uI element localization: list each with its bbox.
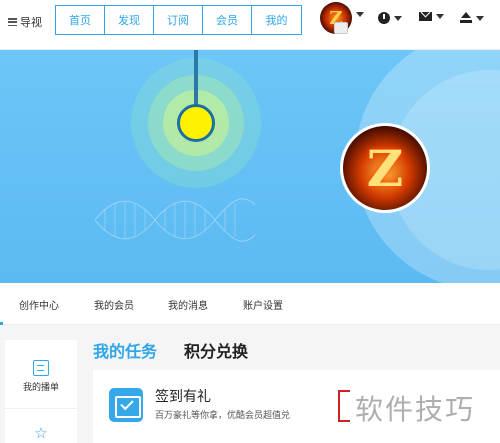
tab-points-exchange[interactable]: 积分兑换 — [184, 338, 248, 362]
upload-icon — [460, 12, 472, 24]
active-indicator — [0, 322, 3, 325]
task-description: 百万豪礼等你拿，优酷会员超值兑 — [155, 411, 291, 421]
chevron-down-icon — [476, 15, 484, 21]
upload-menu[interactable] — [460, 12, 484, 24]
subnav-account-settings[interactable]: 账户设置 — [243, 297, 283, 312]
menu-icon — [8, 18, 17, 26]
playlist-icon — [33, 360, 49, 376]
highlight-dot — [177, 104, 215, 142]
divider — [5, 408, 77, 409]
subnav-my-vip[interactable]: 我的会员 — [94, 297, 134, 312]
avatar-dropdown[interactable] — [356, 12, 364, 17]
annotation-bracket — [338, 390, 350, 422]
side-item-my-playlist[interactable]: 我的播单 — [5, 360, 77, 393]
messages-menu[interactable] — [419, 12, 444, 21]
mail-icon — [419, 12, 432, 21]
nav-tab-mine[interactable]: 我的 — [252, 6, 301, 34]
guide-label: 导视 — [20, 16, 42, 29]
side-item-label: 我的播单 — [22, 383, 59, 393]
main-nav: 首页 发现 订阅 会员 我的 — [55, 5, 302, 35]
side-item-favorites[interactable]: ☆ — [5, 426, 77, 441]
subnav-my-messages[interactable]: 我的消息 — [168, 297, 208, 312]
profile-avatar[interactable]: Z — [340, 123, 430, 213]
chevron-down-icon — [356, 12, 364, 17]
profile-banner: Z — [0, 50, 500, 283]
side-menu: 我的播单 ☆ — [5, 340, 77, 443]
profile-subnav: 创作中心 我的会员 我的消息 账户设置 — [0, 283, 500, 325]
clock-icon — [378, 12, 390, 24]
nav-tab-subscribe[interactable]: 订阅 — [154, 6, 203, 34]
task-title: 签到有礼 — [155, 389, 211, 405]
history-menu[interactable] — [378, 12, 402, 24]
calendar-check-icon — [109, 388, 143, 422]
avatar-badge-icon — [334, 22, 348, 34]
dna-helix-icon — [95, 198, 255, 242]
tab-my-tasks[interactable]: 我的任务 — [93, 338, 157, 362]
guide-menu[interactable]: 导视 — [8, 14, 42, 30]
watermark: 软件技巧 — [355, 393, 476, 426]
top-bar: 导视 首页 发现 订阅 会员 我的 Z — [0, 0, 500, 50]
chevron-down-icon — [394, 15, 402, 21]
nav-tab-vip[interactable]: 会员 — [203, 6, 252, 34]
star-icon: ☆ — [34, 424, 48, 442]
nav-tab-discover[interactable]: 发现 — [105, 6, 154, 34]
chevron-down-icon — [436, 14, 444, 19]
subnav-creator-center[interactable]: 创作中心 — [19, 297, 59, 312]
nav-tab-home[interactable]: 首页 — [56, 6, 105, 34]
